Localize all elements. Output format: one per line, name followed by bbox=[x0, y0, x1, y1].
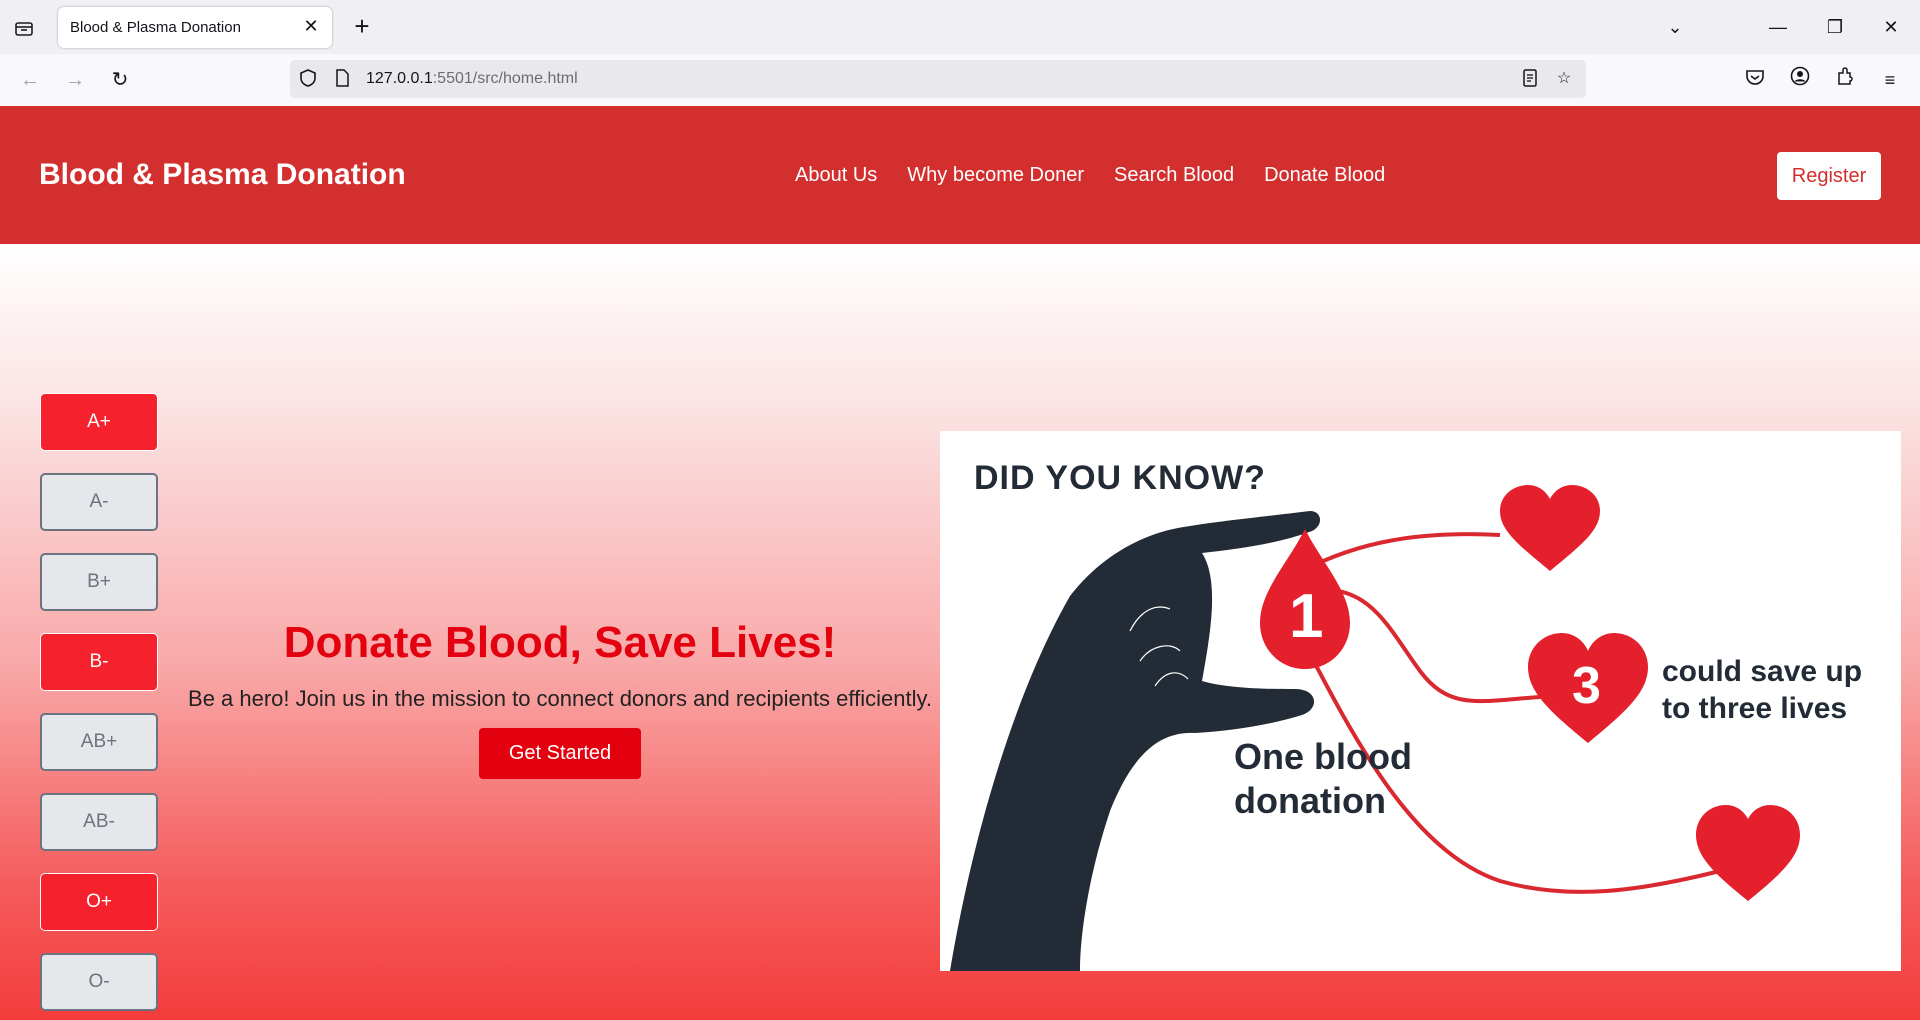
drop-number: 1 bbox=[1289, 582, 1324, 651]
caption-right: could save up to three lives bbox=[1662, 653, 1862, 727]
page-info-icon[interactable] bbox=[332, 69, 352, 89]
app-menu-icon[interactable]: ≡ bbox=[1876, 66, 1904, 94]
bookmark-star-icon[interactable]: ☆ bbox=[1554, 69, 1574, 89]
url-host: 127.0.0.1 bbox=[366, 70, 433, 87]
main-nav: About Us Why become Doner Search Blood D… bbox=[795, 164, 1385, 187]
extensions-icon[interactable] bbox=[1831, 66, 1859, 94]
caption-left: One blood donation bbox=[1234, 735, 1412, 823]
blood-type-ab-pos[interactable]: AB+ bbox=[40, 713, 158, 771]
caption-right-line-1: could save up bbox=[1662, 655, 1863, 688]
url-path: :5501/src/home.html bbox=[432, 70, 578, 87]
blood-type-o-pos[interactable]: O+ bbox=[40, 873, 158, 931]
url-bar[interactable]: 127.0.0.1:5501/src/home.html ☆ bbox=[290, 60, 1586, 98]
heart-number: 3 bbox=[1572, 657, 1601, 715]
browser-tab-active[interactable]: Blood & Plasma Donation ✕ bbox=[58, 7, 332, 48]
reader-view-icon[interactable] bbox=[1520, 69, 1540, 89]
tab-title: Blood & Plasma Donation bbox=[70, 19, 241, 36]
nav-search-blood[interactable]: Search Blood bbox=[1114, 164, 1234, 187]
hero-title: Donate Blood, Save Lives! bbox=[283, 618, 837, 667]
get-started-button[interactable]: Get Started bbox=[479, 728, 641, 779]
heart-icon-top bbox=[1500, 485, 1600, 571]
infographic-heading: DID YOU KNOW? bbox=[974, 459, 1266, 497]
pocket-icon[interactable] bbox=[1741, 66, 1769, 94]
blood-type-o-neg[interactable]: O- bbox=[40, 953, 158, 1011]
heart-icon-bottom bbox=[1696, 805, 1800, 901]
nav-why-become-doner[interactable]: Why become Doner bbox=[907, 164, 1084, 187]
tab-list-icon[interactable] bbox=[12, 16, 36, 40]
nav-donate-blood[interactable]: Donate Blood bbox=[1264, 164, 1385, 187]
hero-subtitle: Be a hero! Join us in the mission to con… bbox=[188, 686, 932, 711]
minimize-icon[interactable]: — bbox=[1763, 14, 1793, 40]
blood-type-a-neg[interactable]: A- bbox=[40, 473, 158, 531]
back-icon[interactable]: ← bbox=[16, 66, 44, 94]
tab-close-icon[interactable]: ✕ bbox=[300, 15, 322, 37]
did-you-know-infographic: DID YOU KNOW? 1 3 One blood donation cou… bbox=[940, 431, 1901, 971]
nav-about-us[interactable]: About Us bbox=[795, 164, 877, 187]
new-tab-icon[interactable]: + bbox=[350, 13, 374, 40]
blood-type-a-pos[interactable]: A+ bbox=[40, 393, 158, 451]
hero-section: Donate Blood, Save Lives! Be a hero! Joi… bbox=[170, 618, 950, 779]
restore-icon[interactable]: ❐ bbox=[1820, 14, 1850, 40]
site-brand[interactable]: Blood & Plasma Donation bbox=[39, 158, 406, 192]
list-all-tabs-icon[interactable]: ⌄ bbox=[1660, 14, 1690, 40]
blood-type-b-pos[interactable]: B+ bbox=[40, 553, 158, 611]
site-header: Blood & Plasma Donation About Us Why bec… bbox=[0, 106, 1920, 244]
blood-type-b-neg[interactable]: B- bbox=[40, 633, 158, 691]
close-window-icon[interactable]: ✕ bbox=[1876, 14, 1906, 40]
blood-type-ab-neg[interactable]: AB- bbox=[40, 793, 158, 851]
browser-toolbar: ← → ↻ 127.0.0.1:5501/src/home.html ☆ ≡ bbox=[0, 54, 1920, 107]
caption-left-line-2: donation bbox=[1234, 780, 1386, 821]
url-text: 127.0.0.1:5501/src/home.html bbox=[366, 70, 578, 88]
reload-icon[interactable]: ↻ bbox=[106, 66, 134, 94]
caption-right-line-2: to three lives bbox=[1662, 692, 1848, 725]
account-icon[interactable] bbox=[1786, 66, 1814, 94]
shield-icon[interactable] bbox=[298, 69, 318, 89]
register-button[interactable]: Register bbox=[1777, 152, 1881, 200]
browser-tab-bar: Blood & Plasma Donation ✕ + ⌄ — ❐ ✕ bbox=[0, 0, 1920, 54]
forward-icon[interactable]: → bbox=[61, 66, 89, 94]
page-viewport: Blood & Plasma Donation About Us Why bec… bbox=[0, 106, 1920, 1020]
caption-left-line-1: One blood bbox=[1234, 736, 1412, 777]
